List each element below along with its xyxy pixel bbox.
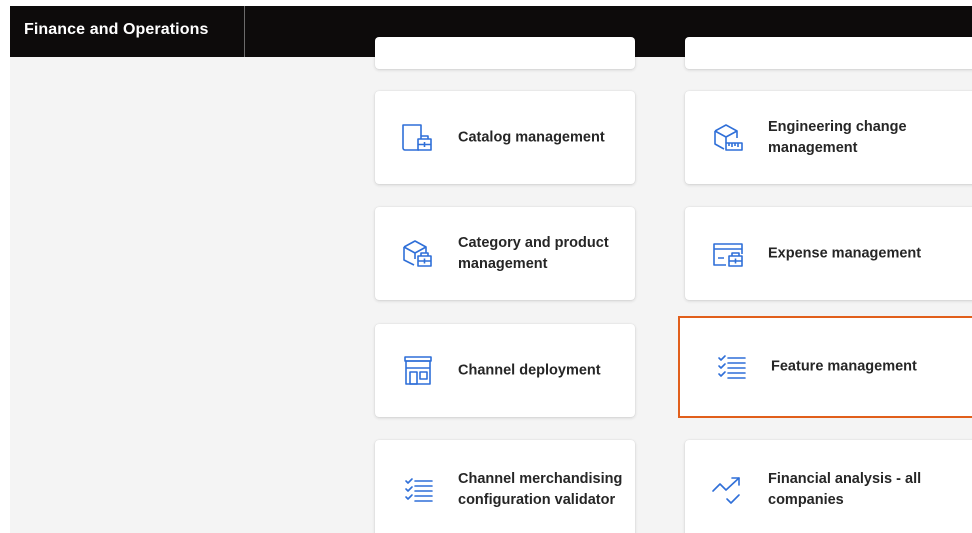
workspace-tile-feature-management[interactable]: Feature management bbox=[678, 316, 972, 418]
app-title[interactable]: Finance and Operations bbox=[24, 21, 208, 39]
checklist-icon bbox=[405, 478, 433, 502]
expense-icon bbox=[713, 242, 743, 267]
store-icon bbox=[404, 355, 432, 385]
workspace-tile-partial-left[interactable] bbox=[375, 37, 635, 69]
catalog-icon bbox=[402, 123, 432, 151]
workspace-tile-channel-deployment[interactable]: Channel deployment bbox=[375, 324, 635, 417]
workspace-tile-channel-merchandising-validator[interactable]: Channel merchandising configuration vali… bbox=[375, 440, 635, 533]
workspace-tile-catalog-management[interactable]: Catalog management bbox=[375, 91, 635, 184]
workspace-tile-financial-analysis[interactable]: Financial analysis - all companies bbox=[685, 440, 972, 533]
tile-label: Category and product management bbox=[458, 234, 609, 272]
app-window: Finance and Operations Catalog managemen… bbox=[0, 0, 972, 533]
workspace-tile-expense-management[interactable]: Expense management bbox=[685, 207, 972, 300]
tile-label: Engineering change management bbox=[768, 118, 907, 156]
workspace-tile-partial-right[interactable] bbox=[685, 37, 972, 69]
workspace-tile-category-product-management[interactable]: Category and product management bbox=[375, 207, 635, 300]
tile-label: Channel deployment bbox=[458, 362, 601, 378]
workspace-tiles-area: Catalog management Engineering change ma… bbox=[10, 37, 972, 533]
category-product-icon bbox=[403, 239, 432, 267]
trend-icon bbox=[712, 477, 740, 504]
tile-label: Expense management bbox=[768, 245, 922, 261]
tile-label: Feature management bbox=[771, 358, 917, 375]
tile-label: Financial analysis - all companies bbox=[768, 471, 922, 508]
tile-label: Catalog management bbox=[458, 129, 605, 145]
checklist-icon bbox=[718, 355, 746, 379]
topbar-divider bbox=[244, 6, 245, 57]
workspace-tile-engineering-change-management[interactable]: Engineering change management bbox=[685, 91, 972, 184]
engineering-change-icon bbox=[714, 123, 743, 151]
tile-label: Channel merchandising configuration vali… bbox=[458, 471, 623, 508]
